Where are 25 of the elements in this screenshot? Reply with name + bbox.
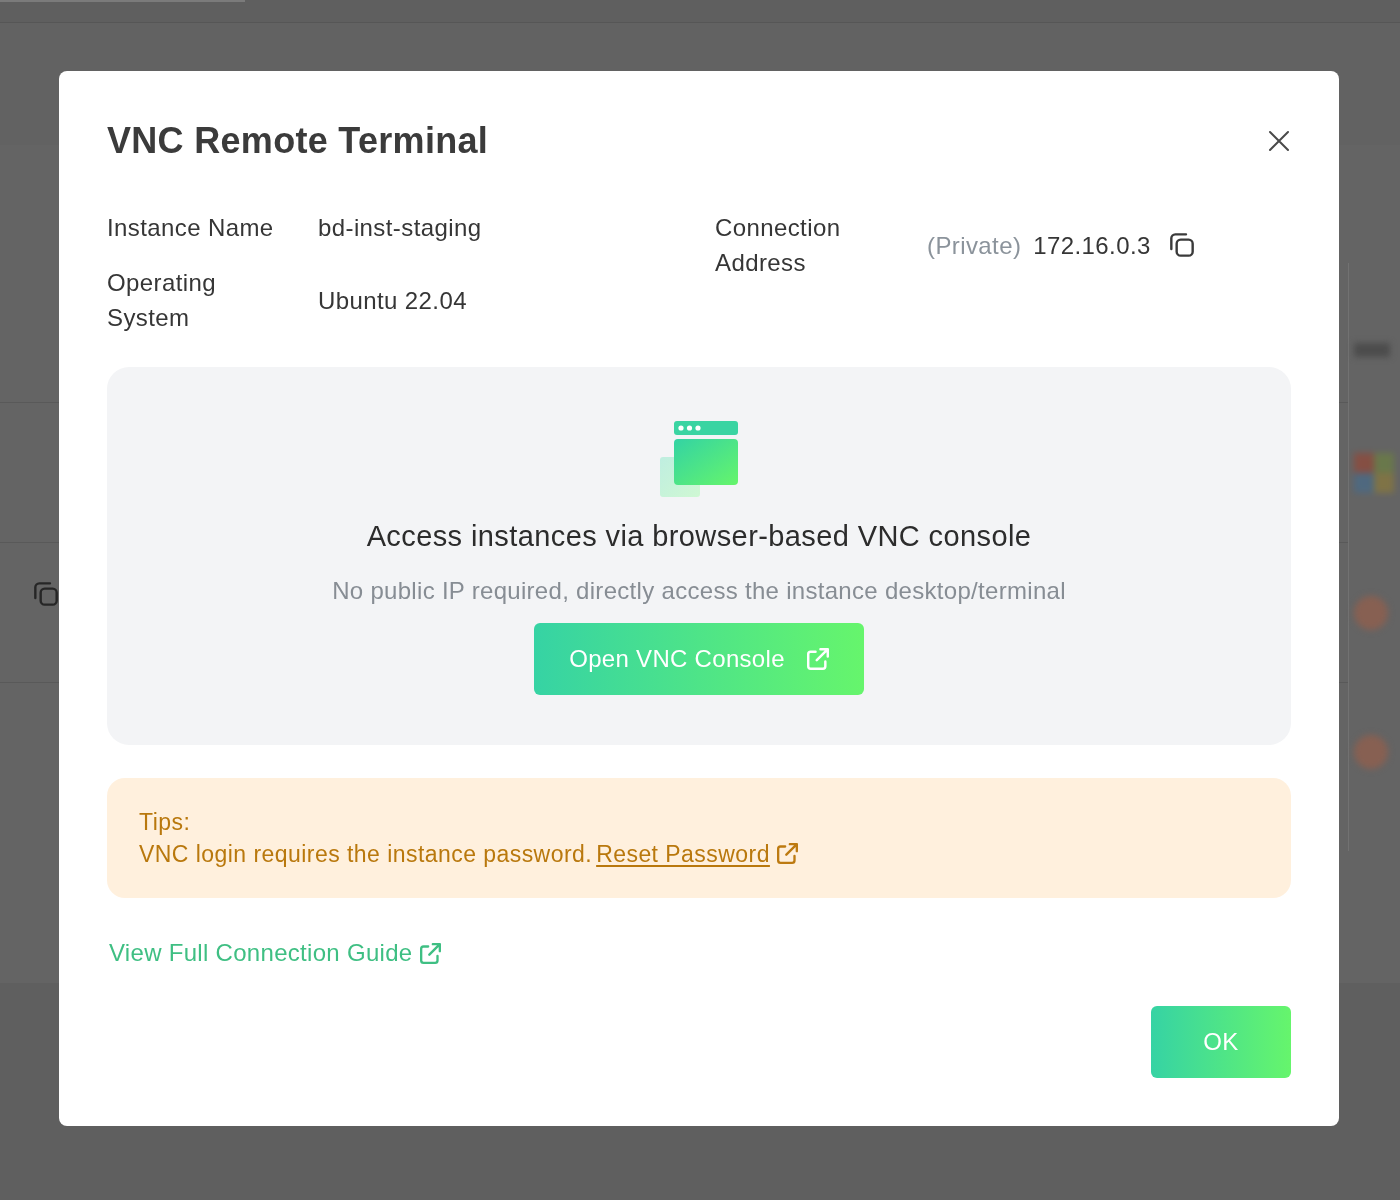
field-label: Connection Address <box>715 213 842 278</box>
external-link-icon <box>776 843 798 864</box>
field-label: Operating System <box>107 268 217 333</box>
field-label: Instance Name <box>107 213 274 243</box>
field-value: 172.16.0.3 <box>1033 230 1151 261</box>
console-heading: Access instances via browser-based VNC console <box>366 519 1032 554</box>
open-console-button[interactable]: Open VNC Console <box>534 623 864 695</box>
reset-password-link[interactable]: Reset Password <box>596 841 798 867</box>
dialog-title: VNC Remote Terminal <box>107 121 489 161</box>
tips-title: Tips: <box>139 808 192 837</box>
tips-text: VNC login requires the instance password. Reset Password <box>139 838 1259 870</box>
copy-icon[interactable] <box>1169 233 1194 257</box>
blurred-avatar-icon <box>1354 735 1388 769</box>
external-link-icon <box>806 648 829 670</box>
close-icon[interactable] <box>1268 130 1290 152</box>
ok-button[interactable]: OK <box>1151 1006 1291 1078</box>
field-value: Ubuntu 22.04 <box>318 285 467 316</box>
browser-windows-icon <box>660 421 738 497</box>
console-description: No public IP required, directly access the instance desktop/terminal <box>332 576 1066 606</box>
address-type: (Private) <box>927 230 1022 261</box>
field-value: bd-inst-staging <box>318 213 482 243</box>
external-link-icon <box>419 942 441 964</box>
blurred-logo-icon <box>1354 453 1394 493</box>
connection-guide-link[interactable]: View Full Connection Guide <box>109 938 441 968</box>
blurred-avatar-icon <box>1354 596 1388 630</box>
